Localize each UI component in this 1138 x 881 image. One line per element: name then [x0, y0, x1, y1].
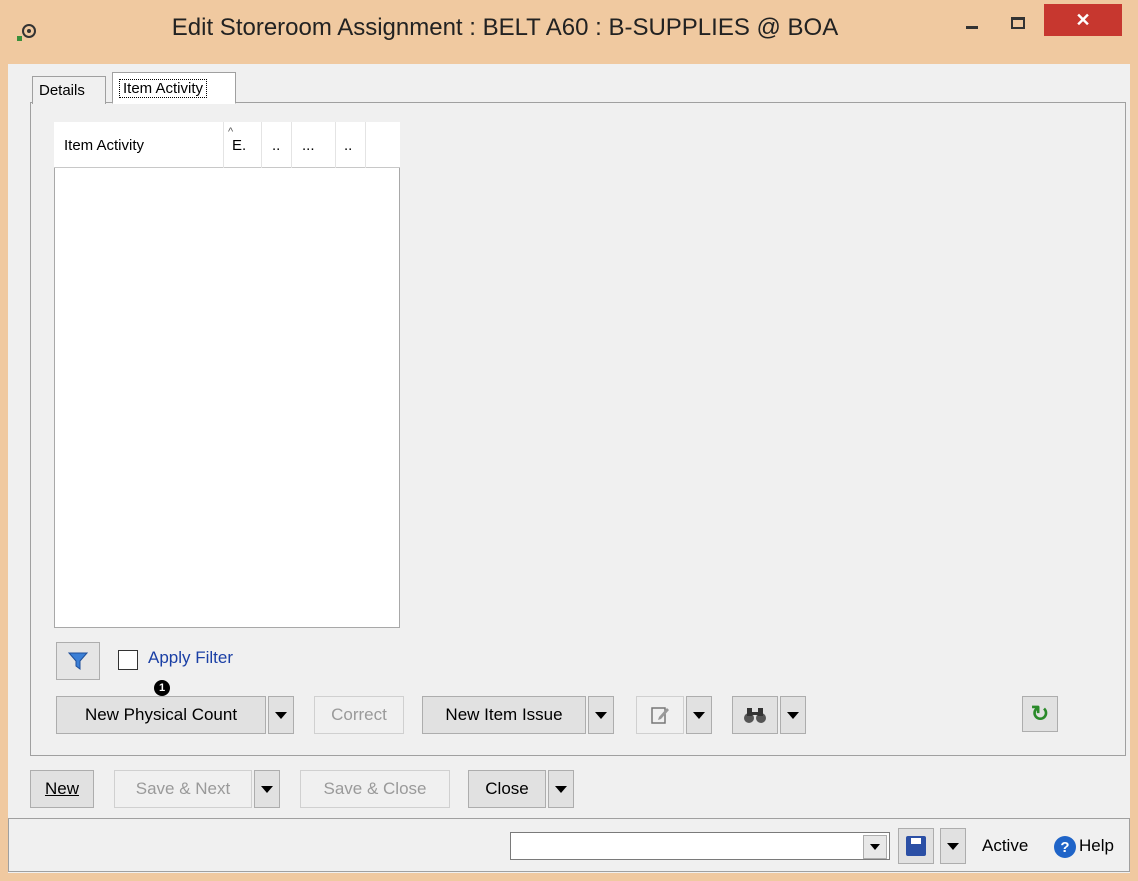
- correct-button[interactable]: Correct: [314, 696, 404, 734]
- save-next-button[interactable]: Save & Next: [114, 770, 252, 808]
- column-header-item-activity[interactable]: Item Activity: [54, 122, 224, 168]
- column-header-2[interactable]: ..: [262, 122, 292, 168]
- step-badge: 1: [154, 680, 170, 696]
- tab-details[interactable]: Details: [32, 76, 106, 104]
- dropdown-arrow-icon: [693, 711, 705, 719]
- help-icon[interactable]: ?: [1054, 836, 1076, 858]
- new-item-issue-button[interactable]: New Item Issue: [422, 696, 586, 734]
- new-item-issue-dropdown[interactable]: [588, 696, 614, 734]
- dropdown-arrow-icon: [595, 711, 607, 719]
- chevron-down-icon: [870, 844, 880, 850]
- dropdown-arrow-icon: [555, 785, 567, 793]
- combo-dropdown-button[interactable]: [863, 835, 887, 859]
- dropdown-arrow-icon: [947, 842, 959, 850]
- column-header-label: Item Activity: [64, 136, 145, 154]
- column-header-label: E.: [232, 136, 247, 154]
- refresh-button[interactable]: ↻: [1022, 696, 1058, 732]
- floppy-disk-icon: [906, 836, 926, 856]
- dropdown-arrow-icon: [275, 711, 287, 719]
- new-physical-count-dropdown[interactable]: [268, 696, 294, 734]
- new-button[interactable]: New: [30, 770, 94, 808]
- dropdown-arrow-icon: [261, 785, 273, 793]
- close-icon: ✕: [1075, 9, 1091, 30]
- new-physical-count-label: New Physical Count: [84, 705, 238, 724]
- save-close-button[interactable]: Save & Close: [300, 770, 450, 808]
- correct-label: Correct: [331, 705, 387, 724]
- item-activity-grid[interactable]: [54, 122, 400, 628]
- minimize-button[interactable]: [952, 6, 992, 40]
- close-label: Close: [485, 779, 529, 798]
- new-label: New: [44, 779, 79, 798]
- close-window-button[interactable]: ✕: [1044, 4, 1122, 36]
- find-dropdown[interactable]: [780, 696, 806, 734]
- grid-header: Item Activity ^ E. .. ... ..: [54, 122, 400, 168]
- close-dropdown[interactable]: [548, 770, 574, 808]
- apply-filter-checkbox[interactable]: [118, 650, 138, 670]
- help-link[interactable]: Help: [1079, 836, 1114, 856]
- edit-dropdown[interactable]: [686, 696, 712, 734]
- close-button[interactable]: Close: [468, 770, 546, 808]
- tab-item-activity[interactable]: Item Activity: [112, 72, 236, 104]
- column-header-label: ..: [272, 136, 281, 154]
- save-layout-button[interactable]: [898, 828, 934, 864]
- save-next-label: Save & Next: [135, 779, 231, 798]
- new-physical-count-button[interactable]: New Physical Count: [56, 696, 266, 734]
- status-active-label: Active: [982, 836, 1029, 855]
- find-button[interactable]: [732, 696, 778, 734]
- save-next-dropdown[interactable]: [254, 770, 280, 808]
- edit-button[interactable]: [636, 696, 684, 734]
- sort-ascending-icon: ^: [228, 126, 234, 138]
- funnel-icon: [68, 652, 88, 670]
- minimize-icon: [966, 25, 978, 29]
- dropdown-arrow-icon: [787, 711, 799, 719]
- new-item-issue-label: New Item Issue: [445, 705, 563, 724]
- tab-item-activity-label: Item Activity: [119, 78, 208, 98]
- maximize-icon: [1011, 17, 1025, 29]
- save-layout-dropdown[interactable]: [940, 828, 966, 864]
- column-header-label: ..: [344, 136, 353, 154]
- save-close-label: Save & Close: [323, 779, 427, 798]
- binoculars-icon: [744, 708, 766, 723]
- refresh-icon: ↻: [1030, 701, 1050, 726]
- filter-button[interactable]: [56, 642, 100, 680]
- column-header-4[interactable]: ..: [336, 122, 366, 168]
- tab-details-label: Details: [39, 82, 85, 99]
- maximize-button[interactable]: [998, 6, 1038, 40]
- window-title: Edit Storeroom Assignment : BELT A60 : B…: [171, 14, 839, 41]
- edit-icon: [651, 707, 669, 724]
- column-header-e[interactable]: ^ E.: [224, 122, 262, 168]
- column-header-3[interactable]: ...: [292, 122, 336, 168]
- column-header-label: ...: [302, 136, 315, 154]
- status-combo[interactable]: [510, 832, 890, 860]
- apply-filter-label: Apply Filter: [148, 648, 234, 667]
